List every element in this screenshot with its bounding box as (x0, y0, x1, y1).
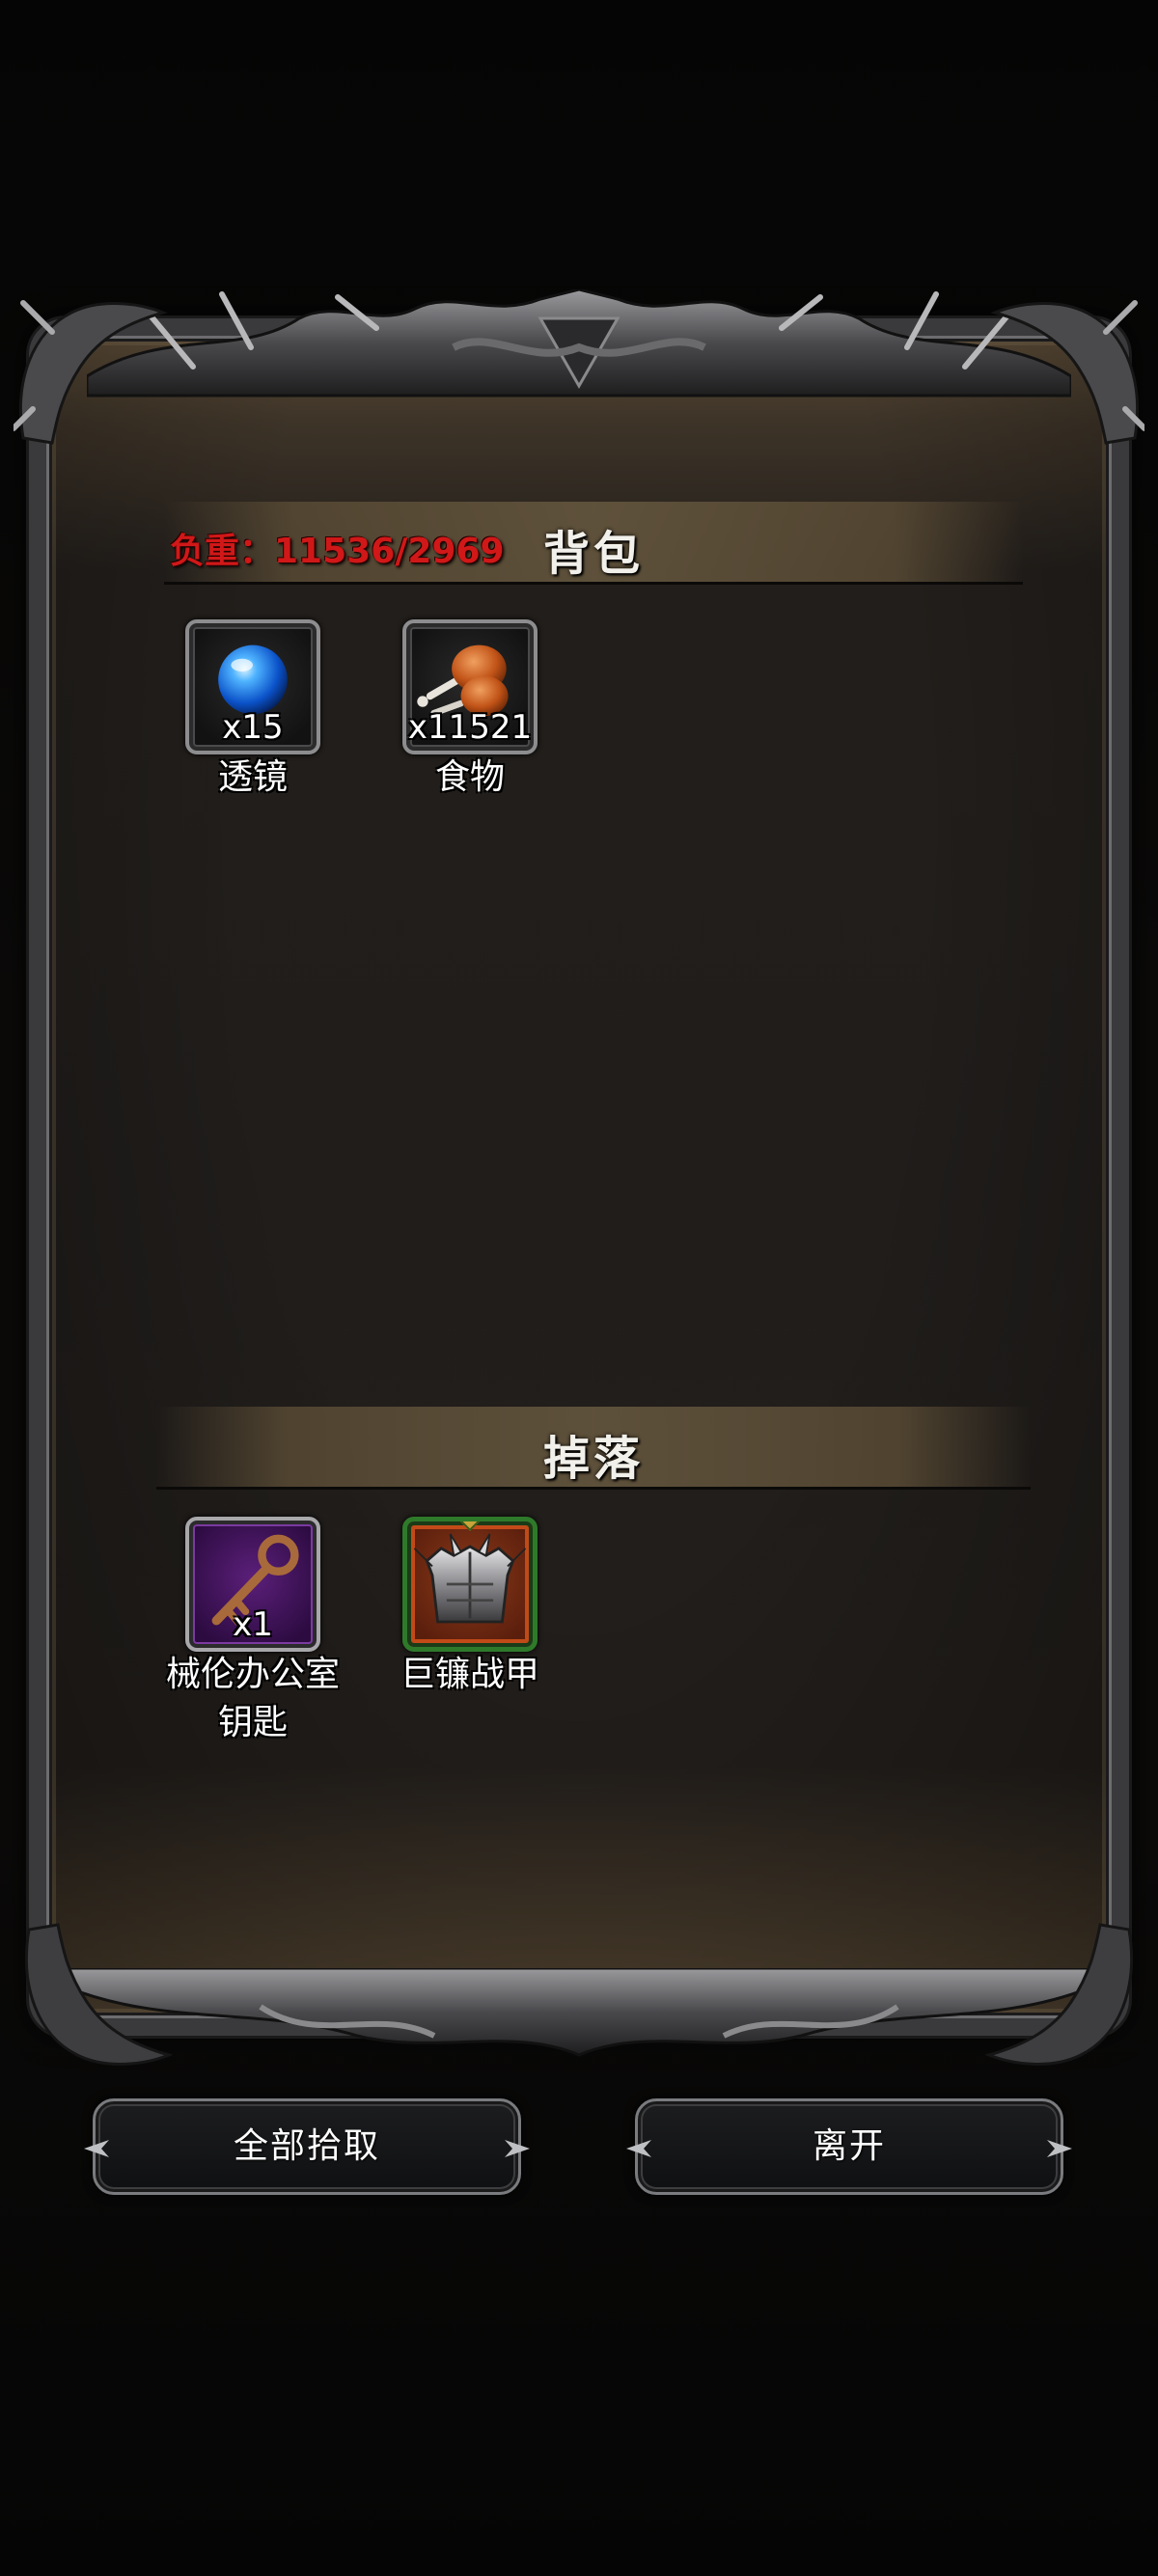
spike-ornament-icon (626, 2140, 651, 2157)
item-quantity: x11521 (407, 708, 533, 747)
dragon-crest-bottom-ornament (68, 1968, 1090, 2057)
inventory-item-lens[interactable]: x15 透镜 (152, 619, 354, 803)
item-quantity: x1 (233, 1605, 273, 1644)
item-name-line2: 钥匙 (217, 1703, 288, 1742)
item-name: 透镜 (217, 757, 288, 797)
drop-item-scythe-armor[interactable]: 巨镰战甲 (369, 1517, 571, 1700)
item-slot[interactable]: x11521 (402, 619, 538, 754)
drops-title: 掉落 (542, 1432, 644, 1486)
spiked-armor-icon (413, 1533, 527, 1624)
item-name: 食物 (434, 757, 505, 797)
frame-corner-ornament (14, 300, 168, 445)
drop-item-office-key[interactable]: x1 械伦办公室 钥匙 (152, 1517, 354, 1748)
pick-all-button[interactable]: 全部拾取 (84, 2098, 530, 2195)
item-name-line1: 械伦办公室 (165, 1655, 340, 1694)
backpack-header: 负重：11536/2969 背包 (164, 502, 1023, 585)
item-quantity: x15 (222, 708, 284, 747)
dragon-crest-top-ornament (87, 289, 1071, 397)
pick-all-label: 全部拾取 (233, 2126, 380, 2166)
leave-label: 离开 (812, 2126, 886, 2166)
spike-ornament-icon (1047, 2140, 1072, 2157)
item-slot[interactable] (402, 1517, 538, 1652)
item-slot[interactable]: x15 (185, 619, 320, 754)
backpack-title: 背包 (542, 527, 644, 581)
inventory-item-food[interactable]: x11521 食物 (369, 619, 571, 803)
frame-corner-ornament (24, 1923, 174, 2066)
item-slot[interactable]: x1 (185, 1517, 320, 1652)
frame-corner-ornament (984, 1923, 1134, 2066)
loot-panel: 负重：11536/2969 背包 x15 透镜 x11521 食物 掉落 x1 … (14, 289, 1144, 2066)
item-name: 巨镰战甲 (400, 1655, 539, 1694)
drops-header: 掉落 (156, 1407, 1031, 1490)
spike-ornament-icon (505, 2140, 530, 2157)
spike-ornament-icon (84, 2140, 109, 2157)
frame-corner-ornament (990, 300, 1144, 445)
leave-button[interactable]: 离开 (626, 2098, 1072, 2195)
